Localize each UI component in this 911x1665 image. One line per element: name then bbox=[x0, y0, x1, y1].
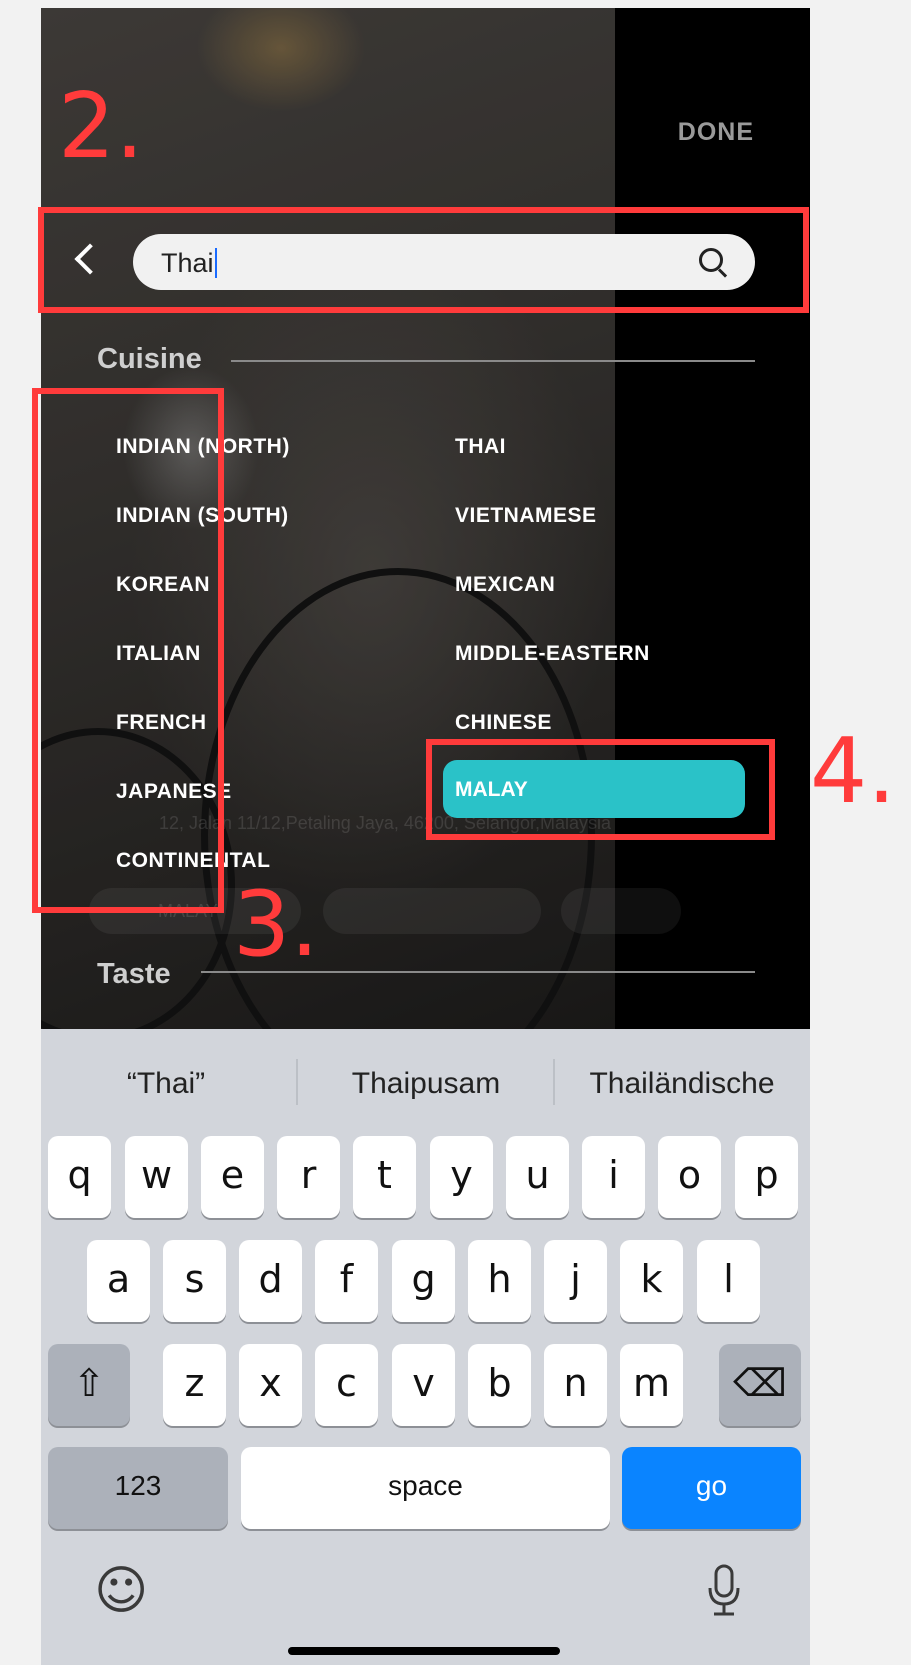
key-w[interactable]: w bbox=[125, 1136, 188, 1218]
shift-key[interactable]: ⇧ bbox=[48, 1344, 130, 1426]
home-indicator bbox=[288, 1647, 560, 1655]
key-i[interactable]: i bbox=[582, 1136, 645, 1218]
suggestion[interactable]: Thaipusam bbox=[311, 1067, 541, 1101]
annotation-box-list bbox=[32, 388, 224, 913]
emoji-icon[interactable]: ☺ bbox=[94, 1561, 148, 1621]
divider bbox=[231, 360, 755, 362]
key-t[interactable]: t bbox=[353, 1136, 416, 1218]
cuisine-option[interactable]: MEXICAN bbox=[455, 573, 555, 597]
key-c[interactable]: c bbox=[315, 1344, 378, 1426]
key-u[interactable]: u bbox=[506, 1136, 569, 1218]
suggestion[interactable]: Thailändische bbox=[567, 1067, 797, 1101]
key-m[interactable]: m bbox=[620, 1344, 683, 1426]
key-a[interactable]: a bbox=[87, 1240, 150, 1322]
key-f[interactable]: f bbox=[315, 1240, 378, 1322]
key-h[interactable]: h bbox=[468, 1240, 531, 1322]
delete-key[interactable]: ⌫ bbox=[719, 1344, 801, 1426]
microphone-icon[interactable] bbox=[706, 1564, 742, 1616]
cuisine-option[interactable]: VIETNAMESE bbox=[455, 504, 597, 528]
cuisine-option[interactable]: THAI bbox=[455, 435, 506, 459]
on-screen-keyboard: “Thai” Thaipusam Thailändische q w e r t… bbox=[41, 1029, 810, 1665]
key-e[interactable]: e bbox=[201, 1136, 264, 1218]
key-n[interactable]: n bbox=[544, 1344, 607, 1426]
annotation-box-search bbox=[38, 207, 809, 313]
section-label-taste: Taste bbox=[97, 958, 171, 990]
key-x[interactable]: x bbox=[239, 1344, 302, 1426]
key-k[interactable]: k bbox=[620, 1240, 683, 1322]
key-g[interactable]: g bbox=[392, 1240, 455, 1322]
annotation-number: 3. bbox=[233, 872, 319, 977]
divider bbox=[296, 1059, 298, 1105]
key-z[interactable]: z bbox=[163, 1344, 226, 1426]
suggestion[interactable]: “Thai” bbox=[51, 1067, 281, 1101]
done-button[interactable]: DONE bbox=[678, 118, 754, 147]
numbers-key[interactable]: 123 bbox=[48, 1447, 228, 1529]
key-j[interactable]: j bbox=[544, 1240, 607, 1322]
go-key[interactable]: go bbox=[622, 1447, 801, 1529]
key-v[interactable]: v bbox=[392, 1344, 455, 1426]
key-r[interactable]: r bbox=[277, 1136, 340, 1218]
ghost-chip bbox=[323, 888, 541, 934]
key-o[interactable]: o bbox=[658, 1136, 721, 1218]
ghost-chip bbox=[561, 888, 681, 934]
space-key[interactable]: space bbox=[241, 1447, 610, 1529]
key-q[interactable]: q bbox=[48, 1136, 111, 1218]
key-d[interactable]: d bbox=[239, 1240, 302, 1322]
annotation-number: 2. bbox=[58, 74, 144, 179]
divider bbox=[553, 1059, 555, 1105]
key-b[interactable]: b bbox=[468, 1344, 531, 1426]
cuisine-option[interactable]: CHINESE bbox=[455, 711, 552, 735]
key-y[interactable]: y bbox=[430, 1136, 493, 1218]
key-p[interactable]: p bbox=[735, 1136, 798, 1218]
annotation-box-selected bbox=[426, 739, 775, 840]
section-label-cuisine: Cuisine bbox=[97, 343, 202, 375]
cuisine-option[interactable]: MIDDLE-EASTERN bbox=[455, 642, 650, 666]
key-s[interactable]: s bbox=[163, 1240, 226, 1322]
annotation-number: 4. bbox=[810, 719, 896, 824]
key-l[interactable]: l bbox=[697, 1240, 760, 1322]
